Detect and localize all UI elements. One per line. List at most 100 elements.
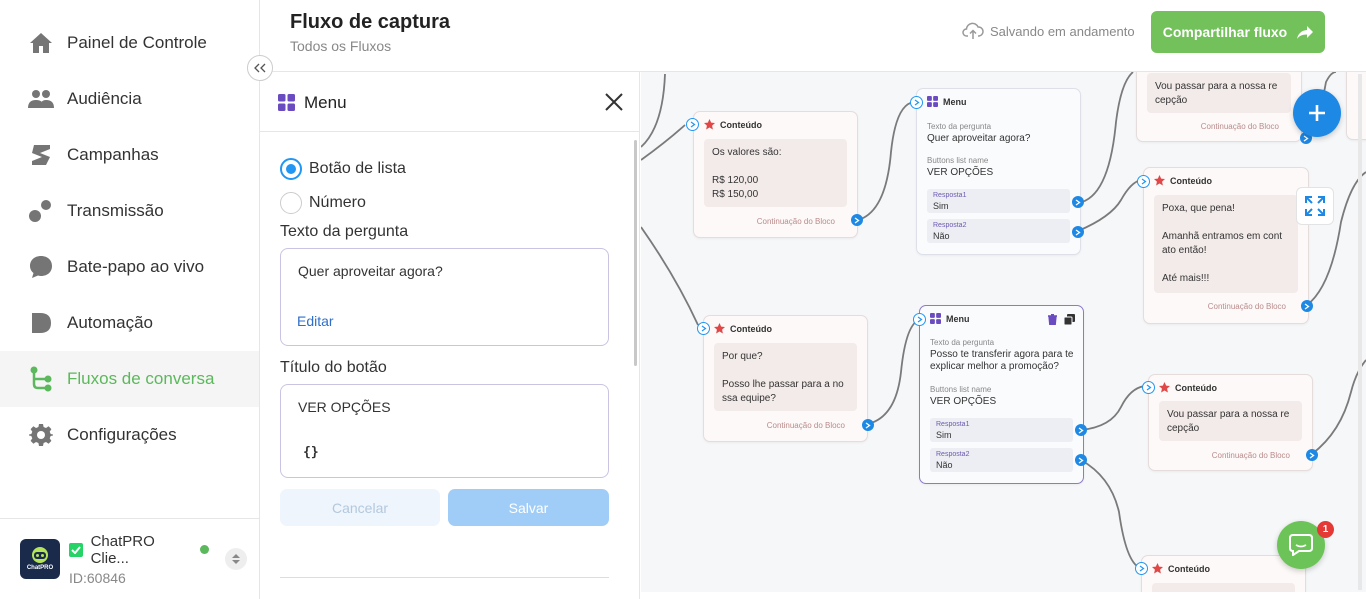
page-scrollbar[interactable] bbox=[1358, 74, 1362, 590]
collapse-sidebar-button[interactable] bbox=[247, 55, 273, 81]
answer-label: Resposta2 bbox=[933, 222, 967, 229]
output-port[interactable] bbox=[1072, 226, 1084, 238]
sidebar-item-painel-de-controle[interactable]: Painel de Controle bbox=[0, 15, 259, 71]
output-port[interactable] bbox=[851, 214, 863, 226]
sidebar-item-bate-papo[interactable]: Bate-papo ao vivo bbox=[0, 239, 259, 295]
menu-node[interactable]: Menu Texto da pergunta Quer aproveitar a… bbox=[916, 88, 1081, 255]
users-icon bbox=[28, 86, 54, 112]
star-icon bbox=[1152, 563, 1163, 574]
account-switcher[interactable]: ChatPRO ChatPRO Clie... ID:60846 bbox=[0, 518, 259, 599]
answer-option[interactable]: Resposta1 Sim bbox=[930, 418, 1073, 442]
sidebar-item-audiencia[interactable]: Audiência bbox=[0, 71, 259, 127]
output-port[interactable] bbox=[1306, 449, 1318, 461]
input-port[interactable] bbox=[1137, 175, 1150, 188]
answer-option[interactable]: Resposta2 Não bbox=[927, 219, 1070, 243]
question-field[interactable]: Quer aproveitar agora? Editar bbox=[280, 248, 609, 346]
content-node[interactable]: Conteúdo bbox=[1141, 555, 1306, 592]
node-header-label: Conteúdo bbox=[1168, 563, 1210, 574]
header: Fluxo de captura Todos os Fluxos Salvand… bbox=[260, 0, 1366, 72]
answer-value: Não bbox=[936, 460, 953, 470]
node-question: Posso te transferir agora para te explic… bbox=[930, 349, 1074, 372]
avatar-text: ChatPRO bbox=[26, 565, 54, 571]
answer-option[interactable]: Resposta1 Sim bbox=[927, 189, 1070, 213]
answer-option[interactable]: Resposta2 Não bbox=[930, 448, 1073, 472]
save-button[interactable]: Salvar bbox=[448, 489, 609, 526]
input-port[interactable] bbox=[1142, 381, 1155, 394]
output-port[interactable] bbox=[862, 419, 874, 431]
sidebar-item-label: Transmissão bbox=[67, 201, 164, 220]
content-node[interactable]: Conteúdo Os valores são: R$ 120,00 R$ 15… bbox=[693, 111, 858, 238]
duplicate-icon[interactable] bbox=[1064, 314, 1075, 325]
content-node[interactable]: Conteúdo Poxa, que pena! Amanhã entramos… bbox=[1143, 167, 1309, 324]
menu-grid-icon bbox=[930, 313, 941, 324]
output-port[interactable] bbox=[1072, 196, 1084, 208]
output-port[interactable] bbox=[1075, 454, 1087, 466]
node-question-label: Texto da pergunta bbox=[927, 122, 992, 131]
chevron-right-icon bbox=[1304, 302, 1310, 310]
sidebar-item-fluxos-de-conversa[interactable]: Fluxos de conversa bbox=[0, 351, 259, 407]
double-chevron-left-icon bbox=[254, 63, 266, 73]
panel-scrollbar[interactable] bbox=[634, 140, 637, 366]
automation-icon bbox=[28, 310, 54, 336]
input-port[interactable] bbox=[1135, 562, 1148, 575]
account-switch-button[interactable] bbox=[225, 548, 247, 570]
whatsapp-icon bbox=[69, 542, 83, 557]
node-buttons: VER OPÇÕES bbox=[927, 167, 994, 178]
star-icon bbox=[1159, 382, 1170, 393]
sidebar-item-configuracoes[interactable]: Configurações bbox=[0, 407, 259, 463]
node-message bbox=[1152, 583, 1295, 592]
save-status: Salvando em andamento bbox=[962, 22, 1135, 40]
input-port[interactable] bbox=[697, 322, 710, 335]
node-header-label: Menu bbox=[943, 96, 967, 107]
sidebar-item-campanhas[interactable]: Campanhas bbox=[0, 127, 259, 183]
trash-icon[interactable] bbox=[1048, 314, 1057, 325]
answer-value: Não bbox=[933, 231, 950, 241]
button-title-field[interactable]: VER OPÇÕES {} bbox=[280, 384, 609, 478]
output-port[interactable] bbox=[1075, 424, 1087, 436]
chevron-right-icon bbox=[1141, 178, 1147, 185]
cloud-upload-icon bbox=[962, 22, 984, 39]
radio-number[interactable]: Número bbox=[280, 192, 366, 214]
chevron-right-icon bbox=[1146, 384, 1152, 391]
menu-node-selected[interactable]: Menu Texto da pergunta Posso te transfer… bbox=[919, 305, 1084, 484]
radio-list-button[interactable]: Botão de lista bbox=[280, 158, 406, 180]
input-port[interactable] bbox=[913, 313, 926, 326]
chevron-right-icon bbox=[1309, 451, 1315, 459]
content-node[interactable] bbox=[1346, 72, 1366, 140]
divider bbox=[280, 577, 609, 578]
star-icon bbox=[1154, 175, 1165, 186]
input-port[interactable] bbox=[910, 96, 923, 109]
button-title-value: VER OPÇÕES bbox=[298, 399, 391, 415]
node-header-label: Conteúdo bbox=[1170, 175, 1212, 186]
input-port[interactable] bbox=[686, 118, 699, 131]
node-header-label: Conteúdo bbox=[730, 323, 772, 334]
cancel-button[interactable]: Cancelar bbox=[280, 489, 440, 526]
menu-grid-icon bbox=[927, 96, 938, 107]
radio-selected[interactable] bbox=[280, 158, 302, 180]
sort-icon bbox=[232, 554, 240, 564]
content-node[interactable]: Conteúdo Vou passar para a nossa re cepç… bbox=[1148, 374, 1313, 471]
sidebar-item-transmissao[interactable]: Transmissão bbox=[0, 183, 259, 239]
fit-view-button[interactable] bbox=[1296, 187, 1334, 225]
sidebar-item-label: Painel de Controle bbox=[67, 33, 207, 52]
node-message: Poxa, que pena! Amanhã entramos em cont … bbox=[1154, 195, 1298, 293]
content-node[interactable]: Vou passar para a nossa re cepção Contin… bbox=[1136, 72, 1302, 142]
flow-canvas[interactable]: Conteúdo Os valores são: R$ 120,00 R$ 15… bbox=[641, 72, 1366, 592]
share-flow-button[interactable]: Compartilhar fluxo bbox=[1151, 11, 1325, 53]
close-icon[interactable] bbox=[604, 92, 624, 112]
breadcrumb[interactable]: Todos os Fluxos bbox=[290, 38, 391, 54]
flow-icon bbox=[28, 366, 54, 392]
node-message: Os valores são: R$ 120,00 R$ 150,00 bbox=[704, 139, 847, 207]
edit-question-link[interactable]: Editar bbox=[297, 313, 334, 329]
content-node[interactable]: Conteúdo Por que? Posso lhe passar para … bbox=[703, 315, 868, 442]
gear-icon bbox=[28, 422, 54, 448]
add-block-button[interactable] bbox=[1293, 89, 1341, 137]
insert-variable-button[interactable]: {} bbox=[303, 445, 319, 460]
output-port[interactable] bbox=[1301, 300, 1313, 312]
bot-logo-icon bbox=[32, 547, 48, 563]
menu-edit-panel: Menu Botão de lista Número Texto da perg… bbox=[260, 72, 640, 599]
online-status-dot bbox=[200, 545, 209, 554]
chevron-right-icon bbox=[1075, 228, 1081, 236]
radio-unselected[interactable] bbox=[280, 192, 302, 214]
sidebar-item-automacao[interactable]: Automação bbox=[0, 295, 259, 351]
